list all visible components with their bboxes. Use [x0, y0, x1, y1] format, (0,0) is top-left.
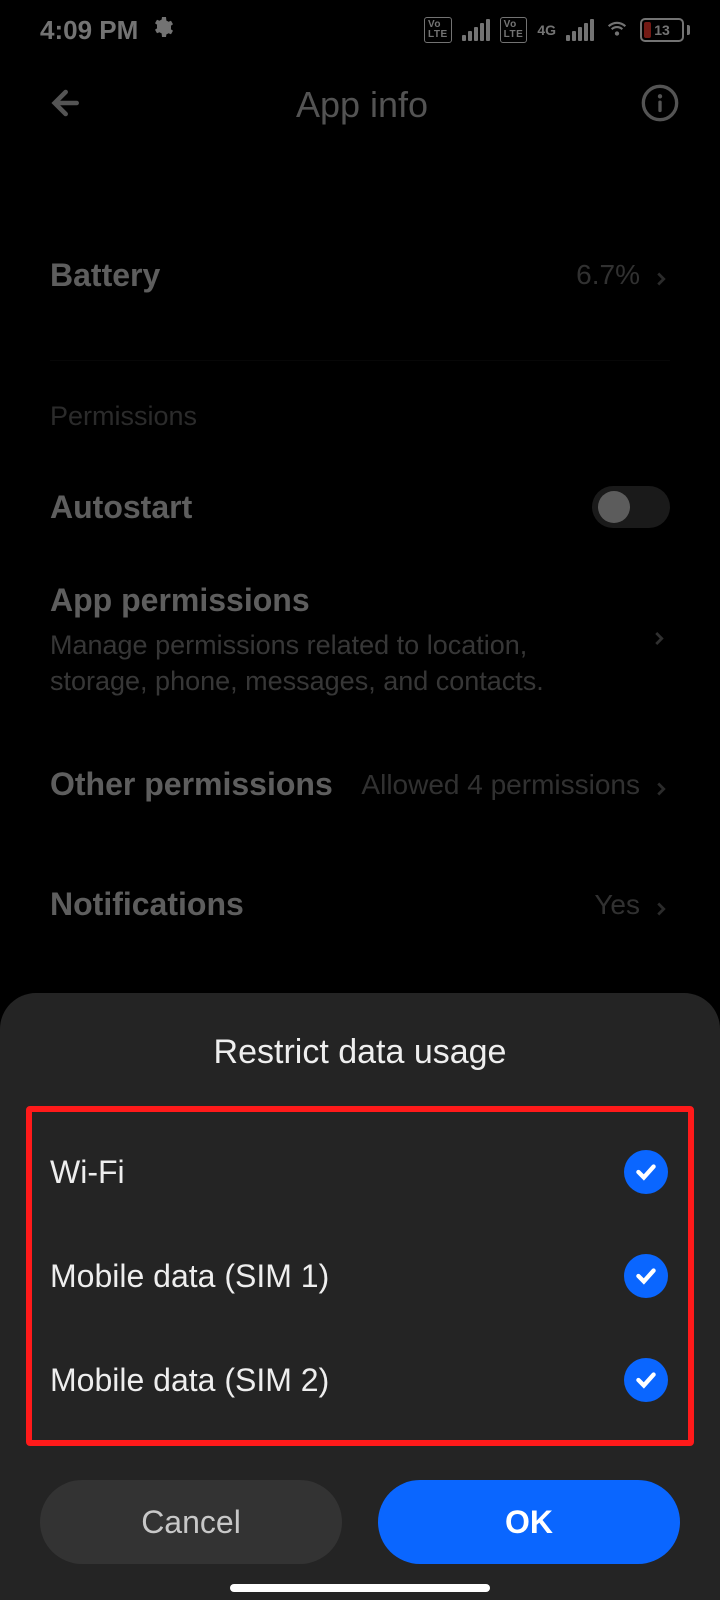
notifications-value: Yes: [594, 889, 640, 921]
option-wifi[interactable]: Wi-Fi: [32, 1120, 688, 1224]
autostart-toggle[interactable]: [592, 486, 670, 528]
option-sim1[interactable]: Mobile data (SIM 1): [32, 1224, 688, 1328]
row-autostart[interactable]: Autostart: [0, 462, 720, 552]
row-other-permissions[interactable]: Other permissions Allowed 4 permissions: [0, 740, 720, 830]
home-indicator[interactable]: [230, 1584, 490, 1592]
status-bar: 4:09 PM VoLTE VoLTE 4G 13: [0, 0, 720, 60]
battery-percent: 13: [642, 20, 682, 40]
option-sim2[interactable]: Mobile data (SIM 2): [32, 1328, 688, 1432]
modal-title: Restrict data usage: [0, 993, 720, 1106]
chevron-right-icon: [648, 627, 670, 654]
option-label: Wi-Fi: [50, 1154, 125, 1191]
divider: [50, 360, 670, 361]
ok-button[interactable]: OK: [378, 1480, 680, 1564]
section-permissions: Permissions: [0, 401, 720, 432]
wifi-icon: [604, 14, 630, 47]
battery-value: 6.7%: [576, 259, 640, 291]
back-arrow-icon[interactable]: [40, 81, 84, 130]
other-permissions-label: Other permissions: [50, 766, 333, 803]
chevron-right-icon: [650, 265, 670, 285]
option-label: Mobile data (SIM 1): [50, 1258, 329, 1295]
signal-bars-icon-2: [566, 19, 594, 41]
page-title: App info: [296, 84, 428, 126]
volte-icon-2: VoLTE: [500, 17, 528, 43]
chevron-right-icon: [650, 775, 670, 795]
restrict-data-modal: Restrict data usage Wi-Fi Mobile data (S…: [0, 993, 720, 1600]
check-icon[interactable]: [624, 1254, 668, 1298]
check-icon[interactable]: [624, 1150, 668, 1194]
notifications-label: Notifications: [50, 886, 244, 923]
app-header: App info: [0, 60, 720, 150]
option-label: Mobile data (SIM 2): [50, 1362, 329, 1399]
signal-bars-icon: [462, 19, 490, 41]
info-icon[interactable]: [640, 83, 680, 128]
gear-icon: [150, 15, 174, 46]
row-app-permissions[interactable]: App permissions Manage permissions relat…: [0, 572, 720, 710]
battery-icon: 13: [640, 18, 690, 42]
chevron-right-icon: [650, 895, 670, 915]
other-permissions-value: Allowed 4 permissions: [361, 769, 640, 801]
check-icon[interactable]: [624, 1358, 668, 1402]
app-permissions-subtitle: Manage permissions related to location, …: [50, 627, 610, 700]
network-4g-icon: 4G: [537, 23, 556, 37]
cancel-button[interactable]: Cancel: [40, 1480, 342, 1564]
status-time: 4:09 PM: [40, 15, 138, 46]
row-battery[interactable]: Battery 6.7%: [0, 230, 720, 320]
row-notifications[interactable]: Notifications Yes: [0, 860, 720, 950]
battery-label: Battery: [50, 257, 160, 294]
app-permissions-label: App permissions: [50, 582, 310, 619]
autostart-label: Autostart: [50, 489, 192, 526]
volte-icon: VoLTE: [424, 17, 452, 43]
modal-options-highlight: Wi-Fi Mobile data (SIM 1) Mobile data (S…: [26, 1106, 694, 1446]
